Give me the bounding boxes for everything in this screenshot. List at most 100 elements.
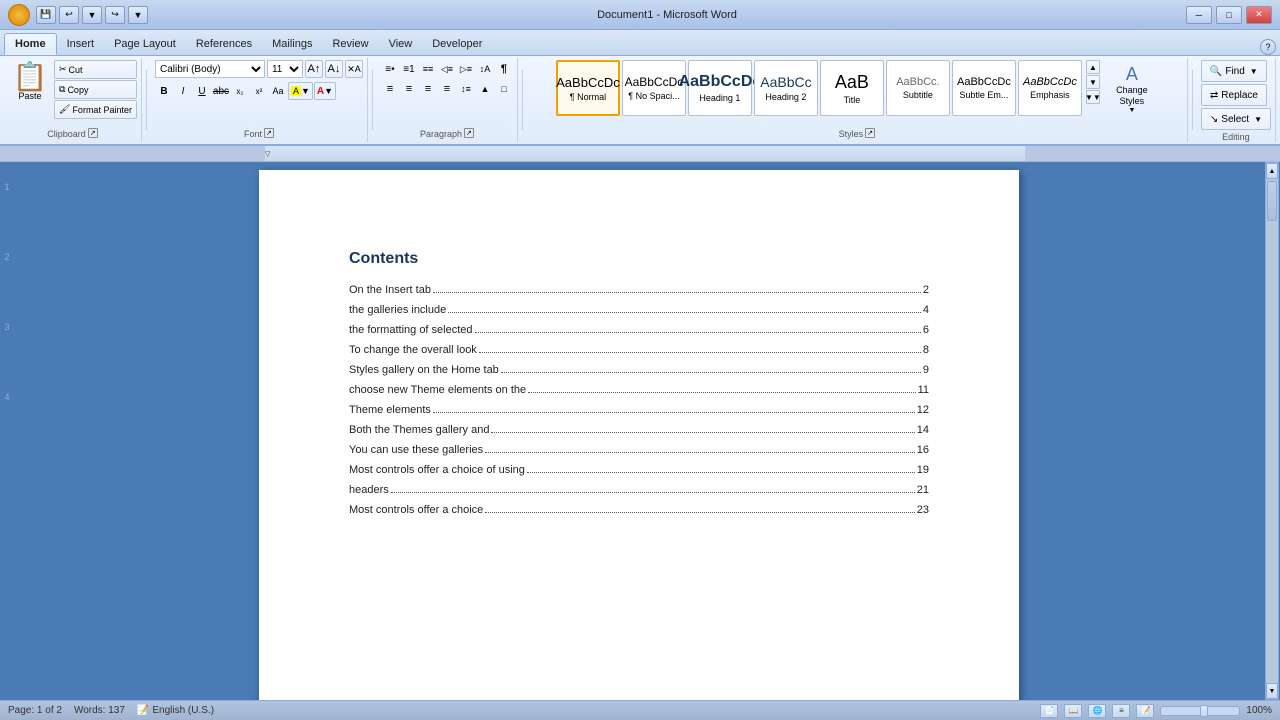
format-painter-button[interactable]: 🖌 Format Painter: [54, 100, 137, 119]
clipboard-content: 📋 Paste ✂ Cut ⧉ Copy 🖌 Format Painter: [8, 60, 137, 127]
replace-button[interactable]: ⇄ Replace: [1201, 84, 1267, 106]
ruler-left-margin: [0, 146, 265, 161]
toc-entry-text: You can use these galleries: [349, 444, 483, 456]
zoom-slider[interactable]: [1160, 706, 1240, 716]
vertical-scrollbar[interactable]: ▲ ▼: [1265, 162, 1279, 700]
increase-indent-button[interactable]: ▷≡: [457, 60, 475, 78]
style-heading1[interactable]: AaBbCcDc Heading 1: [688, 60, 752, 116]
tab-review[interactable]: Review: [322, 33, 378, 55]
ribbon-body: 📋 Paste ✂ Cut ⧉ Copy 🖌 Format Painter C: [0, 56, 1280, 146]
toc-dots: [391, 492, 915, 493]
borders-button[interactable]: □: [495, 80, 513, 98]
document-area[interactable]: Contents On the Insert tab2the galleries…: [14, 162, 1264, 700]
style-no-spacing[interactable]: AaBbCcDc ¶ No Spaci...: [622, 60, 686, 116]
numbering-button[interactable]: ≡1: [400, 60, 418, 78]
scroll-thumb[interactable]: [1267, 181, 1277, 221]
styles-scroll-down[interactable]: ▼: [1086, 75, 1100, 89]
draft-view-button[interactable]: 📝: [1136, 704, 1154, 718]
align-right-button[interactable]: ≡: [419, 80, 437, 98]
style-subtle-emphasis[interactable]: AaBbCcDc Subtle Em...: [952, 60, 1016, 116]
italic-button[interactable]: I: [174, 82, 192, 100]
clipboard-small-buttons: ✂ Cut ⧉ Copy 🖌 Format Painter: [54, 60, 137, 119]
style-subtitle[interactable]: AaBbCc. Subtitle: [886, 60, 950, 116]
line-spacing-button[interactable]: ↕≡: [457, 80, 475, 98]
change-styles-button[interactable]: A ChangeStyles ▼: [1106, 60, 1158, 118]
paragraph-expand[interactable]: ↗: [464, 128, 474, 138]
toc-entry: To change the overall look8: [349, 344, 929, 356]
ruler: ▽: [0, 146, 1280, 162]
scroll-down-button[interactable]: ▼: [1266, 683, 1278, 699]
window-controls: ─ □ ✕: [1186, 6, 1272, 24]
shading-button[interactable]: ▲: [476, 80, 494, 98]
sep2: [372, 70, 373, 130]
toc-dots: [528, 392, 915, 393]
subscript-button[interactable]: x₂: [231, 82, 249, 100]
increase-font-size-button[interactable]: A↑: [305, 60, 323, 78]
copy-button[interactable]: ⧉ Copy: [54, 80, 137, 99]
clear-formatting-button[interactable]: ✕A: [345, 60, 363, 78]
font-size-select[interactable]: 11: [267, 60, 303, 78]
undo-dropdown[interactable]: ▼: [82, 6, 102, 24]
clipboard-expand[interactable]: ↗: [88, 128, 98, 138]
multilevel-list-button[interactable]: ≡≡: [419, 60, 437, 78]
superscript-button[interactable]: x²: [250, 82, 268, 100]
font-color-button[interactable]: A▼: [314, 82, 336, 100]
bold-button[interactable]: B: [155, 82, 173, 100]
change-styles-arrow: ▼: [1128, 107, 1135, 114]
toc-entry-text: Styles gallery on the Home tab: [349, 364, 499, 376]
tab-references[interactable]: References: [186, 33, 262, 55]
style-emphasis[interactable]: AaBbCcDc Emphasis: [1018, 60, 1082, 116]
tab-view[interactable]: View: [379, 33, 423, 55]
save-button[interactable]: 💾: [36, 6, 56, 24]
bullets-button[interactable]: ≡•: [381, 60, 399, 78]
align-left-button[interactable]: ≡: [381, 80, 399, 98]
style-title[interactable]: AaB Title: [820, 60, 884, 116]
align-center-button[interactable]: ≡: [400, 80, 418, 98]
styles-scroll-up[interactable]: ▲: [1086, 60, 1100, 74]
styles-scroll-more[interactable]: ▼▼: [1086, 90, 1100, 104]
justify-button[interactable]: ≡: [438, 80, 456, 98]
tab-page-layout[interactable]: Page Layout: [104, 33, 186, 55]
status-bar-right: 📄 📖 🌐 ≡ 📝 100%: [1040, 704, 1272, 718]
redo-button[interactable]: ↪: [105, 6, 125, 24]
highlight-color-button[interactable]: A▼: [288, 82, 313, 100]
print-layout-view-button[interactable]: 📄: [1040, 704, 1058, 718]
web-layout-view-button[interactable]: 🌐: [1088, 704, 1106, 718]
tab-insert[interactable]: Insert: [57, 33, 105, 55]
scroll-up-button[interactable]: ▲: [1266, 163, 1278, 179]
sort-button[interactable]: ↕A: [476, 60, 494, 78]
minimize-button[interactable]: ─: [1186, 6, 1212, 24]
page-marker-1: 1: [4, 182, 9, 192]
strikethrough-button[interactable]: abc: [212, 82, 230, 100]
style-normal[interactable]: AaBbCcDc ¶ Normal: [556, 60, 620, 116]
maximize-button[interactable]: □: [1216, 6, 1242, 24]
full-reading-view-button[interactable]: 📖: [1064, 704, 1082, 718]
decrease-indent-button[interactable]: ◁≡: [438, 60, 456, 78]
customize-quick-access[interactable]: ▼: [128, 6, 148, 24]
font-name-select[interactable]: Calibri (Body): [155, 60, 265, 78]
paste-button[interactable]: 📋 Paste: [8, 60, 52, 104]
find-button[interactable]: 🔍 Find ▼: [1201, 60, 1267, 82]
styles-expand[interactable]: ↗: [865, 128, 875, 138]
outline-view-button[interactable]: ≡: [1112, 704, 1130, 718]
toc-dots: [479, 352, 921, 353]
help-button[interactable]: ?: [1260, 39, 1276, 55]
title-bar: 💾 ↩ ▼ ↪ ▼ Document1 - Microsoft Word ─ □…: [0, 0, 1280, 30]
style-heading2[interactable]: AaBbCc Heading 2: [754, 60, 818, 116]
paragraph-content: ≡• ≡1 ≡≡ ◁≡ ▷≡ ↕A ¶ ≡ ≡ ≡ ≡ ↕≡ ▲ □: [381, 60, 513, 127]
close-button[interactable]: ✕: [1246, 6, 1272, 24]
cut-button[interactable]: ✂ Cut: [54, 60, 137, 79]
office-button[interactable]: [8, 4, 30, 26]
show-formatting-button[interactable]: ¶: [495, 60, 513, 78]
tab-mailings[interactable]: Mailings: [262, 33, 322, 55]
decrease-font-size-button[interactable]: A↓: [325, 60, 343, 78]
font-label-row: Font ↗: [155, 127, 363, 140]
font-expand[interactable]: ↗: [264, 128, 274, 138]
underline-button[interactable]: U: [193, 82, 211, 100]
tab-developer[interactable]: Developer: [422, 33, 492, 55]
sep3: [522, 70, 523, 130]
select-button[interactable]: ↘ Select ▼: [1201, 108, 1271, 130]
undo-button[interactable]: ↩: [59, 6, 79, 24]
change-case-button[interactable]: Aa: [269, 82, 287, 100]
tab-home[interactable]: Home: [4, 33, 57, 55]
